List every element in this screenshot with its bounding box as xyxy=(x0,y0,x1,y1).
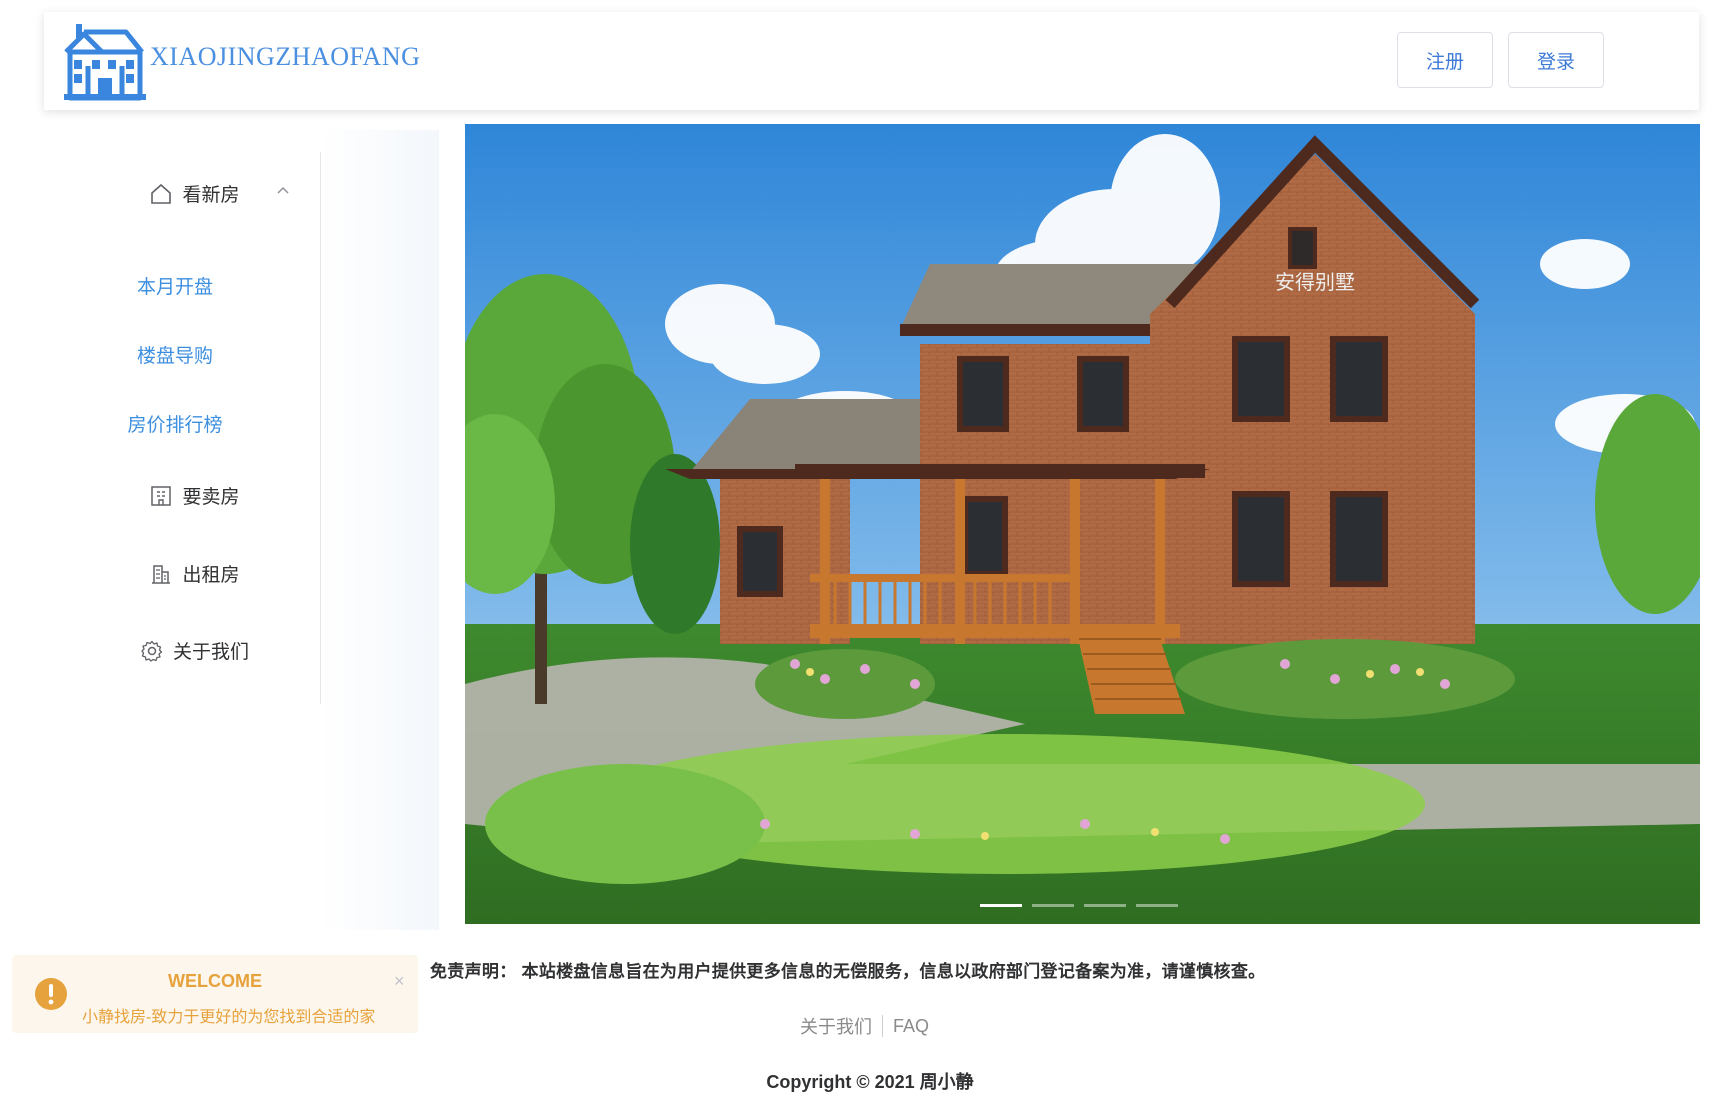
copyright-text: Copyright © 2021 周小静 xyxy=(766,1072,974,1092)
brand-name: XIAOJINGZHAOFANG xyxy=(150,42,421,71)
carousel-dot-4[interactable] xyxy=(1136,904,1178,907)
sidebar-menu: 看新房 本月开盘 楼盘导购 房价排行榜 要卖房 出租房 关于我们 xyxy=(70,152,321,704)
footer-links: 关于我们 FAQ xyxy=(800,1013,929,1039)
sidebar-item-rent[interactable]: 出租房 xyxy=(70,560,320,587)
register-button[interactable]: 注册 xyxy=(1397,32,1493,88)
building-icon xyxy=(151,485,172,506)
notification-title: WELCOME xyxy=(168,971,262,991)
sidebar-subitem-this-month[interactable]: 本月开盘 xyxy=(50,272,300,299)
close-icon[interactable]: × xyxy=(394,971,405,992)
footer-link-about[interactable]: 关于我们 xyxy=(800,1013,872,1039)
sidebar-item-label: 出租房 xyxy=(182,565,240,586)
sidebar-item-label: 要卖房 xyxy=(182,487,240,508)
hero-carousel[interactable]: 安得别墅 xyxy=(465,124,1700,924)
sidebar-item-label: 楼盘导购 xyxy=(136,346,213,367)
carousel-dot-2[interactable] xyxy=(1032,904,1074,907)
sidebar-item-label: 关于我们 xyxy=(172,642,249,663)
office-icon xyxy=(152,564,171,584)
house-logo-icon[interactable] xyxy=(62,22,146,102)
footer-link-faq[interactable]: FAQ xyxy=(893,1016,929,1037)
carousel-dot-3[interactable] xyxy=(1084,904,1126,907)
sidebar-item-about[interactable]: 关于我们 xyxy=(70,637,320,664)
house-sign-text: 安得别墅 xyxy=(1275,271,1355,294)
footer-divider xyxy=(882,1015,883,1037)
notification-message: 小静找房-致力于更好的为您找到合适的家 xyxy=(82,1009,376,1026)
carousel-dot-1[interactable] xyxy=(980,904,1022,907)
sidebar-item-new-homes[interactable]: 看新房 xyxy=(70,180,320,207)
house-rendering-image: 安得别墅 xyxy=(465,124,1700,924)
gear-icon xyxy=(141,640,163,662)
home-icon xyxy=(151,183,172,204)
disclaimer-text: 免责声明： 本站楼盘信息旨在为用户提供更多信息的无偿服务，信息以政府部门登记备案… xyxy=(430,962,1266,981)
sidebar-subitem-price-ranking[interactable]: 房价排行榜 xyxy=(50,410,300,437)
carousel-indicators xyxy=(980,904,1178,907)
sidebar-item-label: 本月开盘 xyxy=(136,277,213,298)
top-header: XIAOJINGZHAOFANG 注册 登录 xyxy=(44,12,1699,110)
chevron-up-icon[interactable] xyxy=(276,184,290,198)
sidebar-item-label: 看新房 xyxy=(182,185,240,206)
sidebar-subitem-guide[interactable]: 楼盘导购 xyxy=(50,341,300,368)
sidebar-item-label: 房价排行榜 xyxy=(127,415,223,436)
sidebar-item-sell[interactable]: 要卖房 xyxy=(70,482,320,509)
login-button[interactable]: 登录 xyxy=(1508,32,1604,88)
welcome-notification: WELCOME 小静找房-致力于更好的为您找到合适的家 × xyxy=(12,955,418,1033)
